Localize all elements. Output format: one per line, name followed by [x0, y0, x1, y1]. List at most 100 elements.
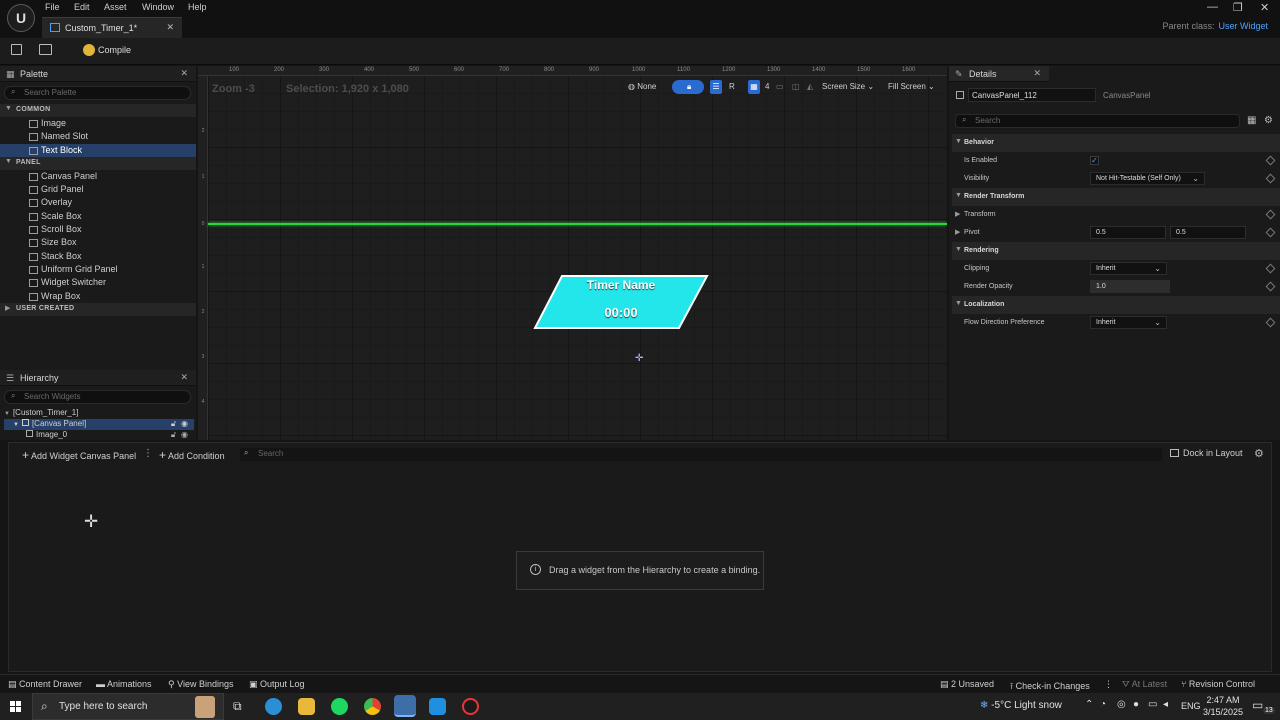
browse-icon[interactable] — [39, 44, 52, 55]
row-transform[interactable]: ▶ Transform — [952, 206, 1280, 224]
palette-item-image[interactable]: Image — [0, 117, 196, 130]
palette-item-wrap-box[interactable]: Wrap Box — [0, 290, 196, 303]
volume-icon[interactable]: ◂ — [1163, 699, 1168, 710]
keyframe-diamond-icon[interactable] — [1265, 317, 1276, 328]
category-common[interactable]: ▼ COMMON — [0, 104, 196, 117]
hierarchy-image[interactable]: Image_0 🔓︎ ◉ — [4, 430, 194, 441]
file-explorer-icon[interactable] — [298, 698, 315, 715]
at-latest-button[interactable]: ⛛ At Latest — [1122, 679, 1167, 690]
settings-gear-icon[interactable]: ⚙ — [1264, 115, 1273, 126]
hierarchy-search-input[interactable]: ⌕ Search Widgets — [4, 390, 191, 404]
minimize-button[interactable]: — — [1207, 1, 1218, 13]
designer-viewport[interactable]: 100 200 300 400 500 600 700 800 900 1000… — [198, 66, 947, 440]
bindings-search-input[interactable]: ⌕ Search — [240, 448, 1162, 461]
category-render-transform[interactable]: ▼ Render Transform — [952, 188, 1280, 206]
visibility-eye-icon[interactable]: ◉ — [181, 419, 188, 428]
add-widget-button[interactable]: + Add Widget Canvas Panel — [22, 448, 136, 462]
compile-button[interactable]: Compile — [80, 41, 137, 60]
unsaved-button[interactable]: ▤ 2 Unsaved — [940, 679, 994, 690]
outline-icon[interactable]: ◫ — [792, 80, 800, 94]
content-drawer-button[interactable]: ▤ Content Drawer — [8, 679, 82, 690]
output-log-button[interactable]: ▣ Output Log — [249, 679, 305, 690]
add-condition-button[interactable]: + Add Condition — [159, 448, 225, 462]
close-window-button[interactable]: ✕ — [1260, 1, 1269, 14]
more-options-icon[interactable]: ⋮ — [143, 448, 153, 459]
lock-icon[interactable]: 🔓︎ — [171, 430, 176, 440]
palette-item-scale-box[interactable]: Scale Box — [0, 210, 196, 223]
grid-snap-value[interactable]: 4 — [765, 80, 769, 94]
lock-icon[interactable]: 🔓︎ — [171, 419, 176, 429]
screen-size-dropdown[interactable]: Screen Size ⌄ — [822, 80, 874, 94]
fusion-icon[interactable] — [429, 698, 446, 715]
keyframe-diamond-icon[interactable] — [1265, 263, 1276, 274]
category-user-created[interactable]: ▶ USER CREATED — [0, 302, 196, 316]
visibility-eye-icon[interactable]: ◉ — [181, 430, 188, 439]
palette-search-input[interactable]: ⌕ Search Palette — [4, 86, 191, 100]
palette-close-icon[interactable]: ✕ — [180, 68, 188, 79]
keyframe-diamond-icon[interactable] — [1265, 209, 1276, 220]
is-enabled-checkbox[interactable]: ✓ — [1090, 156, 1099, 165]
document-tab[interactable]: Custom_Timer_1* ✕ — [42, 17, 182, 38]
category-behavior[interactable]: ▼ Behavior — [952, 134, 1280, 152]
tab-close-icon[interactable]: ✕ — [166, 22, 174, 33]
windows-start-icon[interactable] — [10, 701, 21, 712]
tray-app-icon[interactable]: ◎ — [1117, 699, 1126, 710]
hierarchy-canvas-panel[interactable]: ▼ [Canvas Panel] 🔓︎ ◉ — [4, 419, 194, 430]
visibility-dropdown[interactable]: Not Hit-Testable (Self Only) ⌄ — [1090, 172, 1205, 185]
orientation-icon[interactable]: ◭ — [807, 80, 813, 94]
network-icon[interactable]: ▭ — [1148, 699, 1157, 710]
edge-icon[interactable] — [265, 698, 282, 715]
palette-item-canvas-panel[interactable]: Canvas Panel — [0, 170, 196, 183]
unreal-editor-taskbar-icon[interactable] — [394, 695, 416, 717]
palette-item-grid-panel[interactable]: Grid Panel — [0, 183, 196, 196]
clock[interactable]: 2:47 AM 3/15/2025 — [1200, 694, 1246, 718]
category-localization[interactable]: ▼ Localization — [952, 296, 1280, 314]
tray-chevron-icon[interactable]: ⌃ — [1085, 699, 1093, 710]
widget-name-input[interactable]: CanvasPanel_112 — [968, 88, 1096, 102]
task-view-icon[interactable]: ⧉ — [233, 699, 242, 714]
is-variable-checkbox[interactable] — [956, 91, 964, 99]
chrome-icon[interactable] — [364, 698, 381, 715]
tray-app-icon[interactable]: ◔ — [1100, 699, 1106, 710]
keyframe-diamond-icon[interactable] — [1265, 155, 1276, 166]
clipping-dropdown[interactable]: Inherit ⌄ — [1090, 262, 1167, 275]
menu-window[interactable]: Window — [142, 2, 174, 12]
pivot-x-input[interactable]: 0.5 — [1090, 226, 1166, 239]
record-app-icon[interactable] — [462, 698, 479, 715]
weather-widget[interactable]: ❄ -5°C Light snow — [980, 700, 1062, 711]
palette-item-size-box[interactable]: Size Box — [0, 236, 196, 249]
hierarchy-root[interactable]: ▼ [Custom_Timer_1] — [4, 408, 194, 419]
palette-item-widget-switcher[interactable]: Widget Switcher — [0, 276, 196, 289]
details-search-input[interactable]: ⌕ Search — [955, 114, 1240, 128]
view-bindings-button[interactable]: ⚲ View Bindings — [168, 679, 233, 690]
animations-button[interactable]: ▬ Animations — [96, 679, 152, 689]
details-close-icon[interactable]: ✕ — [1033, 68, 1041, 79]
property-matrix-icon[interactable]: ▦ — [1247, 115, 1256, 126]
category-rendering[interactable]: ▼ Rendering — [952, 242, 1280, 260]
palette-item-named-slot[interactable]: Named Slot — [0, 130, 196, 143]
unreal-logo-icon[interactable]: U — [7, 4, 35, 32]
keyframe-diamond-icon[interactable] — [1265, 227, 1276, 238]
microphone-icon[interactable]: ● — [1133, 699, 1139, 710]
menu-file[interactable]: File — [45, 2, 60, 12]
preview-icon[interactable]: ▭ — [776, 80, 784, 94]
parent-class-link[interactable]: User Widget — [1218, 21, 1268, 31]
timer-widget-text[interactable]: Timer Name 00:00 — [533, 278, 709, 320]
taskbar-search-input[interactable]: ⌕ Type here to search — [32, 693, 224, 720]
hierarchy-close-icon[interactable]: ✕ — [180, 372, 188, 383]
bindings-settings-gear-icon[interactable]: ⚙ — [1254, 447, 1264, 460]
spotify-icon[interactable] — [331, 698, 348, 715]
localization-preview[interactable]: ◍ None — [628, 80, 656, 94]
save-icon[interactable] — [11, 44, 22, 55]
menu-help[interactable]: Help — [188, 2, 207, 12]
dock-in-layout-button[interactable]: Dock in Layout — [1170, 448, 1243, 458]
category-panel[interactable]: ▼ PANEL — [0, 156, 196, 170]
flow-direction-dropdown[interactable]: Inherit ⌄ — [1090, 316, 1167, 329]
reset-button[interactable]: R — [729, 80, 735, 94]
transform-lock-toggle[interactable]: 🔒︎ — [672, 80, 704, 94]
palette-item-uniform-grid-panel[interactable]: Uniform Grid Panel — [0, 263, 196, 276]
status-more-icon[interactable]: ⋮ — [1104, 679, 1113, 690]
palette-item-overlay[interactable]: Overlay — [0, 196, 196, 209]
pivot-y-input[interactable]: 0.5 — [1170, 226, 1246, 239]
palette-item-stack-box[interactable]: Stack Box — [0, 250, 196, 263]
